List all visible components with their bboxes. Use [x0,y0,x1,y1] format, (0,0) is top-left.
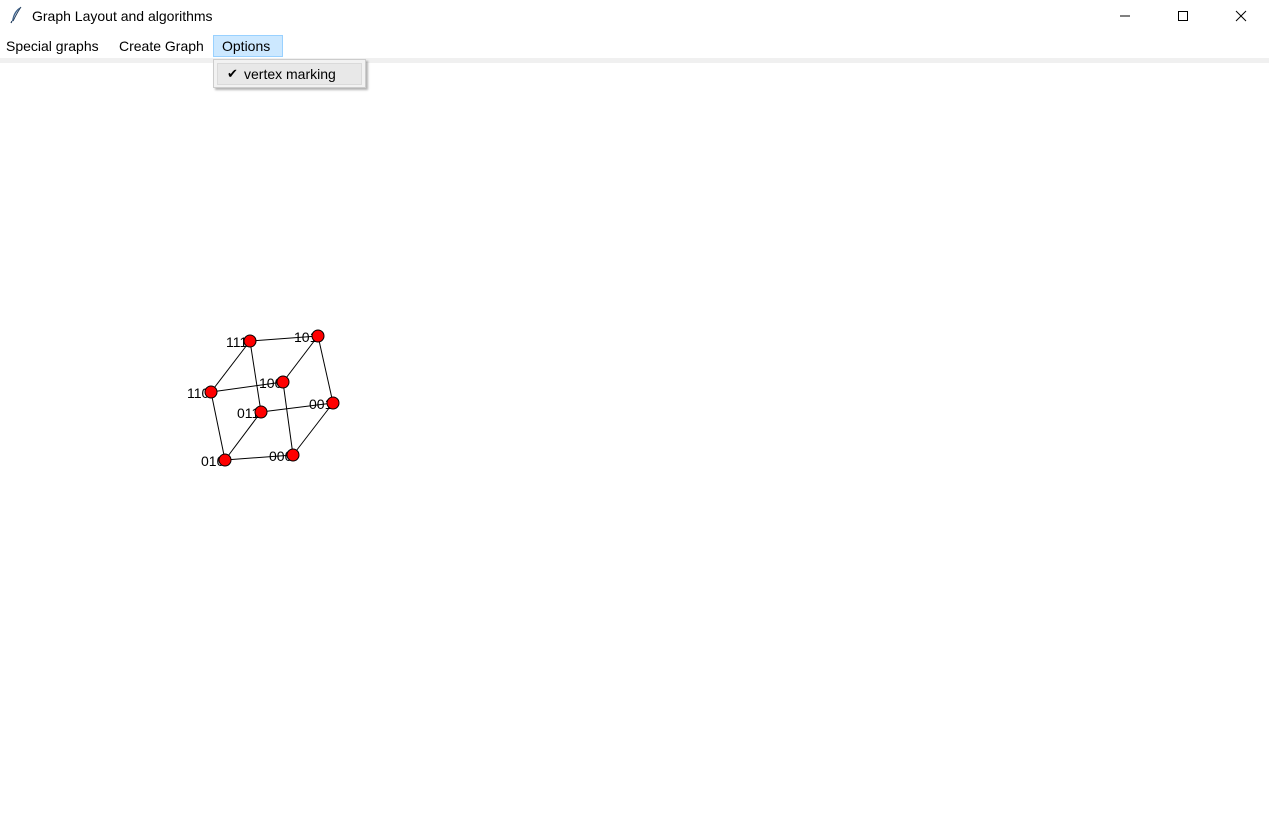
graph-vertex[interactable] [286,448,300,462]
graph-vertex[interactable] [276,375,290,389]
menu-options[interactable]: Options [213,35,283,57]
graph-vertex[interactable] [311,329,325,343]
graph-edge-110-010 [210,391,226,461]
window-title: Graph Layout and algorithms [32,8,213,24]
title-bar[interactable]: Graph Layout and algorithms [0,0,1269,32]
feather-icon [10,6,22,24]
menu-bar: Special graphs Create Graph Options [0,34,1269,58]
minimize-button[interactable] [1096,0,1154,32]
maximize-icon [1178,11,1188,21]
options-dropdown: ✔ vertex marking [213,59,366,88]
graph-canvas[interactable]: 111 101 110 100 011 001 010 000 [0,63,1269,831]
close-button[interactable] [1212,0,1269,32]
graph-vertex[interactable] [254,405,268,419]
close-icon [1235,10,1247,22]
maximize-button[interactable] [1154,0,1212,32]
graph-vertex[interactable] [243,334,257,348]
graph-vertex[interactable] [204,385,218,399]
checkmark-icon: ✔ [227,66,238,81]
menu-item-vertex-marking[interactable]: ✔ vertex marking [217,63,362,85]
graph-svg[interactable]: 111 101110100011001010 000 [0,63,1269,831]
graph-edge-101-001 [317,335,334,404]
menu-create-graph[interactable]: Create Graph [111,35,212,57]
graph-vertex[interactable] [218,453,232,467]
app-window: Graph Layout and algorithms Special grap… [0,0,1269,831]
graph-labels: 111 101110100011001010 000 [187,329,333,469]
menu-special-graphs[interactable]: Special graphs [0,35,107,57]
minimize-icon [1120,15,1130,17]
menu-item-label: vertex marking [244,66,336,82]
graph-edge-100-000 [282,381,294,456]
graph-vertex[interactable] [326,396,340,410]
